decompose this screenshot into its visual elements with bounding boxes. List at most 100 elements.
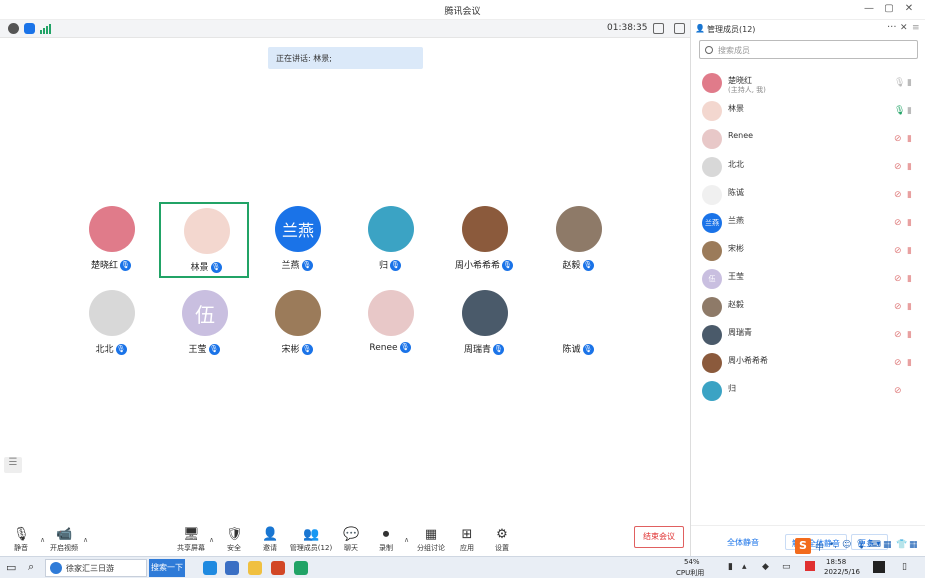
layout-icon[interactable] (674, 23, 685, 34)
member-row[interactable]: 陈诚 ⊘ ▮ (691, 182, 925, 209)
member-search-input[interactable]: 搜索成员 (699, 40, 918, 59)
participant-tile[interactable]: 周瑞青 🎙 (439, 286, 529, 362)
toolbox-icon[interactable]: ▦ (883, 540, 892, 550)
participant-tile[interactable]: Renee 🎙 (345, 286, 435, 362)
powerpoint-icon[interactable] (271, 561, 285, 575)
toolbar-chat-button[interactable]: 💬 聊天 (334, 527, 368, 553)
mic-icon[interactable]: 🎙 (894, 106, 905, 116)
toolbar-video-button[interactable]: 📹 开启视频 (47, 527, 81, 553)
participant-tile[interactable]: 宋彬 🎙 (252, 286, 342, 362)
info-icon[interactable] (8, 23, 19, 34)
shield-icon[interactable] (24, 23, 35, 34)
skin-icon[interactable]: 👕 (896, 540, 907, 550)
end-meeting-button[interactable]: 结束会议 (634, 526, 684, 548)
mic-options-icon[interactable]: ∧ (40, 536, 45, 544)
camera-off-icon[interactable]: ▮ (907, 190, 912, 200)
voice-icon[interactable]: 🎙 (855, 540, 866, 550)
mic-muted-icon[interactable]: ⊘ (894, 358, 902, 368)
start-icon[interactable]: ▭ (6, 561, 16, 574)
taskbar-search-input[interactable]: 徐家汇三日游 (45, 559, 147, 577)
maximize-icon[interactable]: ▢ (882, 3, 896, 14)
edge-icon[interactable] (203, 561, 217, 575)
member-row[interactable]: 兰燕 兰燕 ⊘ ▮ (691, 210, 925, 237)
more-icon[interactable]: ··· (887, 22, 897, 33)
participant-tile[interactable]: 归 🎙 (345, 202, 435, 278)
member-row[interactable]: 赵毅 ⊘ ▮ (691, 294, 925, 321)
participant-tile[interactable]: 兰燕 兰燕 🎙 (252, 202, 342, 278)
emoji-icon[interactable]: ☺ (842, 540, 851, 550)
camera-off-icon[interactable]: ▮ (907, 218, 912, 228)
mic-muted-icon[interactable]: ⊘ (894, 162, 902, 172)
member-row[interactable]: 周小希希希 ⊘ ▮ (691, 350, 925, 377)
member-row[interactable]: 周瑞青 ⊘ ▮ (691, 322, 925, 349)
toolbar-security-button[interactable]: 🛡 安全 (217, 527, 251, 553)
participant-tile[interactable]: 周小希希希 🎙 (439, 202, 529, 278)
taskbar-search-icon[interactable]: ⌕ (28, 560, 34, 574)
fullscreen-icon[interactable] (653, 23, 664, 34)
toolbar-record-button[interactable]: ⏺ 录制 (369, 527, 403, 553)
ime-mode[interactable]: 中 (815, 540, 824, 553)
camera-off-icon[interactable]: ▮ (907, 106, 912, 116)
network-icon[interactable]: ▭ (782, 562, 791, 572)
member-row[interactable]: 归 ⊘ (691, 378, 925, 405)
video-options-icon[interactable]: ∧ (83, 536, 88, 544)
participant-tile[interactable]: 伍王莹 🎙 (159, 286, 249, 362)
toolbar-settings-button[interactable]: ⚙ 设置 (485, 527, 519, 553)
participant-tile[interactable]: 北北 🎙 (66, 286, 156, 362)
mic-muted-icon[interactable]: ⊘ (894, 134, 902, 144)
toolbar-apps-button[interactable]: ⊞ 应用 (450, 527, 484, 553)
list-toggle-icon[interactable]: ☰ (4, 457, 22, 473)
camera-off-icon[interactable]: ▮ (907, 134, 912, 144)
member-row[interactable]: Renee ⊘ ▮ (691, 126, 925, 153)
mute-all-button[interactable]: 全体静音 (721, 534, 765, 550)
panel-menu-icon[interactable]: ≡ (912, 23, 920, 33)
toolbar-members-button[interactable]: 👥 管理成员(12) (289, 527, 333, 553)
share-options-icon[interactable]: ∧ (209, 536, 214, 544)
camera-off-icon[interactable]: ▮ (907, 330, 912, 340)
mic-muted-icon[interactable]: ⊘ (894, 274, 902, 284)
camera-off-icon[interactable]: ▮ (907, 358, 912, 368)
minimize-icon[interactable]: — (862, 3, 876, 14)
member-row[interactable]: 楚晓红 (主持人, 我) 🎙 ▮ (691, 70, 925, 97)
mic-icon[interactable]: 🎙 (894, 78, 905, 88)
camera-off-icon[interactable]: ▮ (907, 246, 912, 256)
mic-muted-icon[interactable]: ⊘ (894, 190, 902, 200)
toolbar-invite-button[interactable]: 👤 邀请 (253, 527, 287, 553)
toolbar-mute-button[interactable]: 🎙 静音 (4, 527, 38, 553)
mic-muted-icon[interactable]: ⊘ (894, 386, 902, 396)
tray-icon[interactable]: ▴ (742, 562, 747, 572)
meeting-app-icon[interactable] (225, 561, 239, 575)
panel-close-icon[interactable]: ✕ (900, 23, 908, 33)
folder-icon[interactable] (248, 561, 262, 575)
notification-icon[interactable] (873, 561, 885, 573)
mic-muted-icon[interactable]: ⊘ (894, 302, 902, 312)
close-icon[interactable]: ✕ (902, 3, 916, 14)
battery-icon[interactable]: ▮ (728, 562, 733, 572)
tray-app-icon[interactable]: ◆ (762, 562, 769, 572)
punct-icon[interactable]: •, (829, 540, 837, 550)
participant-tile[interactable]: 林景 🎙 (159, 202, 249, 278)
camera-off-icon[interactable]: ▮ (907, 162, 912, 172)
sogou-icon[interactable]: S (795, 538, 811, 554)
mic-muted-icon[interactable]: ⊘ (894, 330, 902, 340)
camera-off-icon[interactable]: ▮ (907, 78, 912, 88)
ime-menu-icon[interactable]: ▦ (909, 540, 918, 550)
tencent-meeting-icon[interactable] (294, 561, 308, 575)
mic-muted-icon[interactable]: ⊘ (894, 246, 902, 256)
member-row[interactable]: 北北 ⊘ ▮ (691, 154, 925, 181)
sogou-tray-icon[interactable] (805, 561, 815, 571)
member-row[interactable]: 宋彬 ⊘ ▮ (691, 238, 925, 265)
member-row[interactable]: 伍王莹 ⊘ ▮ (691, 266, 925, 293)
participant-tile[interactable]: 楚晓红 🎙 (66, 202, 156, 278)
participant-tile[interactable]: 赵毅 🎙 (533, 202, 623, 278)
camera-off-icon[interactable]: ▮ (907, 302, 912, 312)
record-options-icon[interactable]: ∧ (404, 536, 409, 544)
keyboard-icon[interactable]: ⌨ (868, 540, 881, 550)
taskbar-search-button[interactable]: 搜索一下 (149, 559, 185, 577)
toolbar-share-button[interactable]: 🖥 共享屏幕 (174, 527, 208, 553)
signal-icon[interactable] (40, 24, 52, 37)
show-desktop-icon[interactable]: ▯ (902, 562, 907, 572)
participant-tile[interactable]: 陈诚 🎙 (533, 286, 623, 362)
member-row[interactable]: 林景 🎙 ▮ (691, 98, 925, 125)
toolbar-breakout-button[interactable]: ▦ 分组讨论 (411, 527, 451, 553)
